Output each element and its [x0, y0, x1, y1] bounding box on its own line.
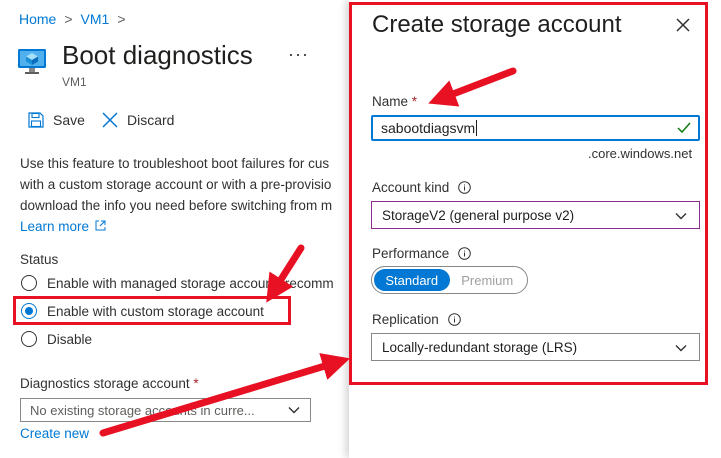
breadcrumb-home-link[interactable]: Home	[19, 11, 56, 27]
radio-label: Enable with managed storage account (rec…	[47, 275, 334, 291]
radio-disable[interactable]: Disable	[21, 331, 92, 347]
virtual-machine-icon	[18, 49, 46, 74]
chevron-down-icon	[288, 407, 300, 414]
close-icon	[102, 112, 118, 128]
page-subtitle: VM1	[62, 75, 87, 89]
save-button[interactable]: Save	[27, 111, 85, 129]
breadcrumb-vm-link[interactable]: VM1	[81, 11, 110, 27]
description-line: with a custom storage account or with a …	[20, 177, 332, 192]
description-line: download the info you need before switch…	[20, 198, 333, 213]
radio-label: Disable	[47, 331, 93, 347]
learn-more-link[interactable]: Learn more	[20, 219, 89, 234]
diagnostics-storage-label: Diagnostics storage account *	[20, 376, 199, 391]
status-label: Status	[20, 252, 59, 267]
feature-description: Use this feature to troubleshoot boot fa…	[20, 153, 350, 237]
page-title: Boot diagnostics	[62, 40, 253, 70]
more-options-button[interactable]: ···	[288, 44, 309, 65]
annotation-highlight-box	[349, 2, 708, 385]
description-line: Use this feature to troubleshoot boot fa…	[20, 156, 330, 171]
create-new-link[interactable]: Create new	[20, 426, 89, 441]
save-label: Save	[53, 112, 85, 128]
discard-label: Discard	[127, 112, 175, 128]
select-placeholder: No existing storage accounts in curre...	[30, 402, 255, 418]
annotation-highlight-box	[13, 296, 291, 325]
radio-button[interactable]	[21, 331, 37, 347]
breadcrumb-separator: >	[64, 11, 73, 27]
diagnostics-storage-select[interactable]: No existing storage accounts in curre...	[20, 398, 311, 422]
discard-button[interactable]: Discard	[101, 111, 174, 129]
breadcrumb-separator: >	[117, 11, 126, 27]
breadcrumb: Home > VM1 >	[19, 11, 126, 27]
save-icon	[28, 112, 44, 128]
required-marker: *	[193, 376, 199, 391]
radio-managed-storage[interactable]: Enable with managed storage account (rec…	[21, 275, 334, 291]
radio-button[interactable]	[21, 275, 37, 291]
external-link-icon	[95, 220, 106, 231]
